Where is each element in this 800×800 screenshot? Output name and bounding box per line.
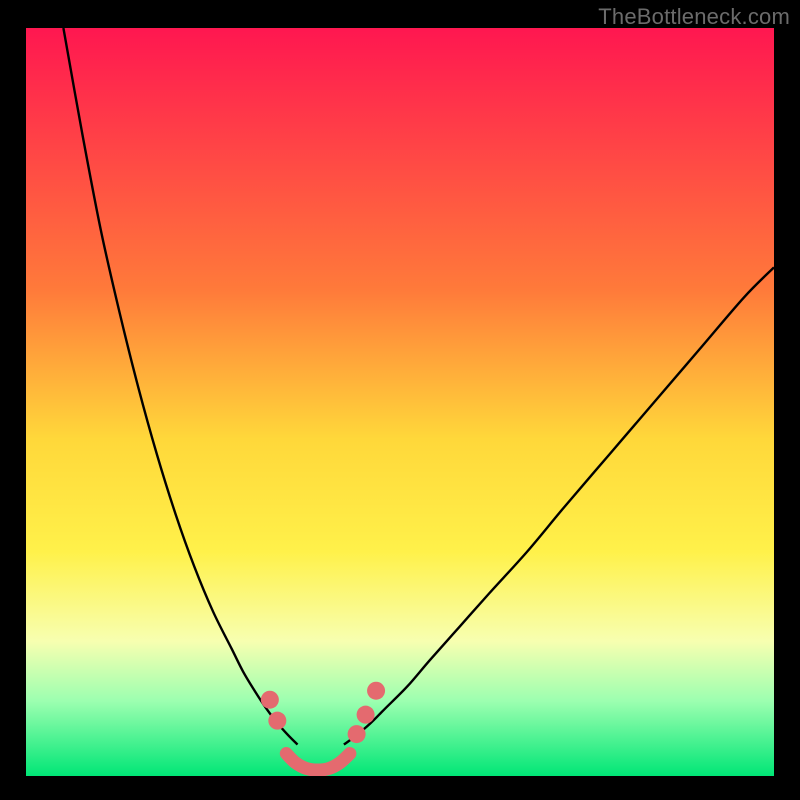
- watermark-text: TheBottleneck.com: [598, 4, 790, 30]
- datapoint-marker: [357, 706, 375, 724]
- datapoint-marker: [348, 725, 366, 743]
- chart-canvas: [0, 0, 800, 800]
- bottleneck-chart: TheBottleneck.com: [0, 0, 800, 800]
- datapoint-marker: [261, 691, 279, 709]
- datapoint-marker: [268, 712, 286, 730]
- chart-background-gradient: [26, 28, 774, 776]
- datapoint-marker: [367, 682, 385, 700]
